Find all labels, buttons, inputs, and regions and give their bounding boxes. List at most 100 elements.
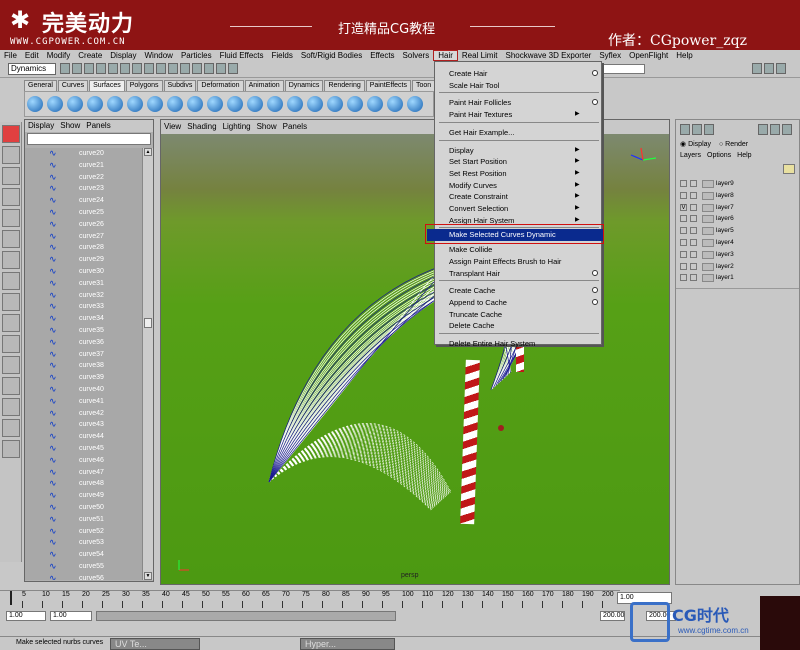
render-globals-icon[interactable] [228, 63, 238, 74]
birail-icon[interactable] [227, 96, 243, 112]
untrim-icon[interactable] [367, 96, 383, 112]
display-radio[interactable]: ◉ [680, 141, 688, 148]
save-scene-icon[interactable] [84, 63, 94, 74]
snap-view-icon[interactable] [180, 63, 190, 74]
layer-row[interactable]: Vlayer7 [678, 202, 788, 214]
taskbar-hypergraph[interactable]: Hyper... [300, 638, 395, 650]
select-component-icon[interactable] [120, 63, 130, 74]
persp-graph-icon[interactable] [2, 398, 20, 416]
snap-grid-icon[interactable] [144, 63, 154, 74]
visibility-toggle[interactable] [680, 274, 687, 282]
attribute-editor-icon[interactable] [752, 63, 762, 74]
list-item[interactable]: ∿ curve47 [25, 467, 143, 479]
list-item[interactable]: ∿ curve36 [25, 337, 143, 349]
shelf-tab-polygons[interactable]: Polygons [125, 80, 163, 91]
layer-row[interactable]: layer3 [678, 249, 788, 261]
list-item[interactable]: ∿ curve24 [25, 195, 143, 207]
menu-soft-rigid-bodies[interactable]: Soft/Rigid Bodies [297, 50, 366, 61]
layer-color-swatch[interactable] [702, 203, 714, 212]
select-tool-icon[interactable] [2, 125, 20, 143]
boundary-icon[interactable] [247, 96, 263, 112]
shelf-tab-deformation[interactable]: Deformation [197, 80, 244, 91]
template-toggle[interactable] [690, 191, 697, 199]
menu-item-convert-selection[interactable]: Convert Selection [449, 203, 508, 214]
option-box-icon[interactable] [592, 298, 598, 305]
current-time-marker[interactable] [10, 591, 12, 605]
layer-color-swatch[interactable] [702, 180, 714, 188]
menu-display[interactable]: Display [106, 50, 140, 61]
intersect-icon[interactable] [327, 96, 343, 112]
list-item[interactable]: ∿ curve39 [25, 372, 143, 384]
square-icon[interactable] [267, 96, 283, 112]
shelf-tab-animation[interactable]: Animation [244, 80, 284, 91]
list-item[interactable]: ∿ curve32 [25, 290, 143, 302]
hair-curve[interactable] [268, 442, 440, 503]
list-item[interactable]: ∿ curve41 [25, 396, 143, 408]
menu-hair[interactable]: Hair [433, 50, 458, 61]
list-item[interactable]: ∿ curve35 [25, 325, 143, 337]
history-icon[interactable] [192, 63, 202, 74]
list-item[interactable]: ∿ curve55 [25, 561, 143, 573]
menu-item-display[interactable]: Display [449, 145, 474, 156]
channels-icon[interactable] [680, 124, 690, 135]
layer-row[interactable]: layer8 [678, 190, 788, 202]
hair-curve[interactable] [268, 453, 434, 509]
menu-effects[interactable]: Effects [366, 50, 398, 61]
list-item[interactable]: ∿ curve20 [25, 148, 143, 160]
project-curve-icon[interactable] [307, 96, 323, 112]
range-end-field[interactable]: 200.00 [600, 611, 625, 621]
nurbs-torus-icon[interactable] [127, 96, 143, 112]
menu-item-set-start-position[interactable]: Set Start Position [449, 156, 507, 167]
outliner-menu-display[interactable]: Display [25, 121, 57, 130]
menu-item-delete-cache[interactable]: Delete Cache [449, 320, 494, 331]
menu-item-paint-hair-textures[interactable]: Paint Hair Textures [449, 109, 512, 120]
layer-color-swatch[interactable] [702, 238, 714, 247]
visibility-toggle[interactable] [680, 215, 687, 223]
list-item[interactable]: ∿ curve28 [25, 242, 143, 254]
new-scene-icon[interactable] [60, 63, 70, 74]
layers-icon[interactable] [692, 124, 702, 135]
list-item[interactable]: ∿ curve23 [25, 183, 143, 195]
visibility-toggle[interactable] [680, 250, 687, 258]
planar-icon[interactable] [187, 96, 203, 112]
template-toggle[interactable] [690, 274, 697, 282]
select-hierarchy-icon[interactable] [96, 63, 106, 74]
scroll-up-arrow-icon[interactable]: ▲ [144, 148, 152, 156]
manipulator-tool-icon[interactable] [2, 251, 20, 269]
list-item[interactable]: ∿ curve44 [25, 431, 143, 443]
menu-openflight[interactable]: OpenFlight [625, 50, 672, 61]
layer-row[interactable]: layer4 [678, 237, 788, 249]
single-pane-icon[interactable] [2, 335, 20, 353]
shelf-tab-dynamics[interactable]: Dynamics [284, 80, 324, 91]
range-slider-bar[interactable] [96, 611, 396, 621]
hypershade-layout-icon[interactable] [2, 419, 20, 437]
move-tool-icon[interactable] [2, 188, 20, 206]
menu-real-limit[interactable]: Real Limit [458, 50, 502, 61]
list-item[interactable]: ∿ curve54 [25, 549, 143, 561]
four-pane-icon[interactable] [2, 356, 20, 374]
visibility-toggle[interactable] [680, 180, 687, 187]
layer-menu-options[interactable]: Options [707, 152, 731, 159]
outliner-scroll-thumb[interactable] [144, 318, 152, 328]
layer-row[interactable]: layer9 [678, 178, 788, 190]
snap-curve-icon[interactable] [156, 63, 166, 74]
list-item[interactable]: ∿ curve37 [25, 349, 143, 361]
option-box-icon[interactable] [592, 70, 598, 76]
outliner-scrollbar[interactable]: ▲ ▼ [142, 148, 153, 580]
extrude-icon[interactable] [207, 96, 223, 112]
shelf-tab-toon[interactable]: Toon [411, 80, 436, 91]
menu-item-get-hair-example-[interactable]: Get Hair Example... [449, 127, 514, 138]
paint-select-icon[interactable] [2, 167, 20, 185]
template-toggle[interactable] [690, 250, 697, 258]
option-box-icon[interactable] [592, 287, 598, 294]
menu-item-append-to-cache[interactable]: Append to Cache [449, 297, 507, 308]
list-item[interactable]: ∿ curve50 [25, 502, 143, 514]
option-box-icon[interactable] [592, 269, 598, 276]
menu-syflex[interactable]: Syflex [595, 50, 625, 61]
last-tool-icon[interactable] [2, 314, 20, 332]
template-toggle[interactable] [690, 262, 697, 270]
list-item[interactable]: ∿ curve42 [25, 408, 143, 420]
list-item[interactable]: ∿ curve22 [25, 172, 143, 184]
trim-icon[interactable] [347, 96, 363, 112]
list-item[interactable]: ∿ curve56 [25, 573, 143, 580]
